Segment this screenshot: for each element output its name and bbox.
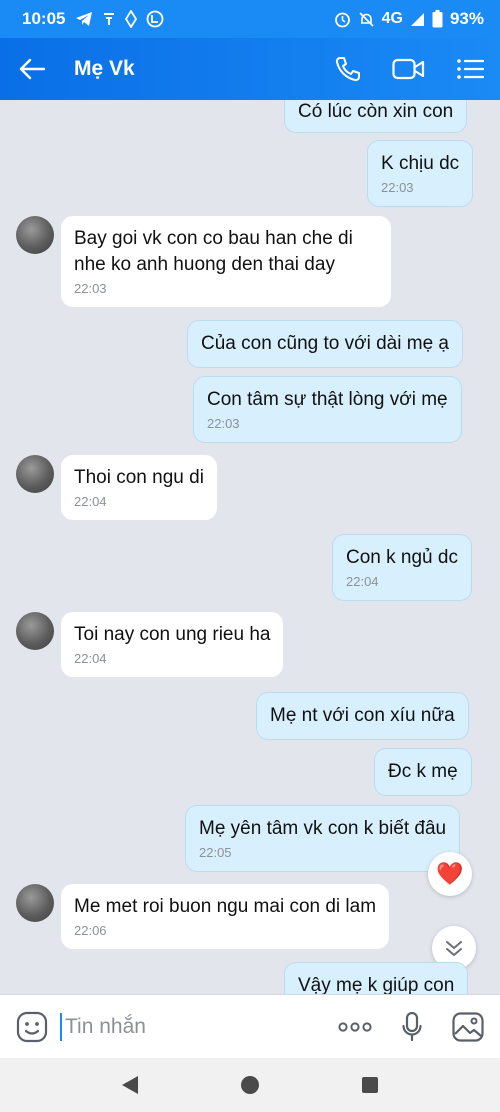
sticker-icon[interactable]: [16, 1011, 48, 1043]
message-time: 22:03: [74, 281, 107, 296]
message-outgoing[interactable]: Mẹ yên tâm vk con k biết đâu 22:05: [185, 805, 461, 872]
message-incoming[interactable]: Thoi con ngu di 22:04: [61, 455, 217, 520]
message-text: K chịu dc: [381, 153, 460, 174]
message-incoming[interactable]: Toi nay con ung rieu ha 22:04: [61, 612, 284, 677]
message-text: Vậy mẹ k giúp con: [298, 975, 455, 994]
back-nav-icon[interactable]: [121, 1075, 139, 1095]
message-outgoing[interactable]: Có lúc còn xin con: [284, 100, 468, 133]
message-input[interactable]: Tin nhắn: [60, 1012, 338, 1041]
message-text: Đc k mẹ: [388, 761, 458, 782]
alarm-icon: [334, 12, 350, 27]
video-call-icon[interactable]: [392, 57, 426, 81]
message-time: 22:03: [207, 416, 240, 431]
message-list[interactable]: Có lúc còn xin con K chịu dc 22:03 Bay g…: [0, 100, 500, 994]
recents-nav-icon[interactable]: [361, 1076, 379, 1094]
message-time: 22:04: [74, 494, 107, 509]
message-text: Con k ngủ dc: [346, 547, 458, 568]
back-button[interactable]: [0, 58, 64, 80]
message-outgoing[interactable]: K chịu dc 22:03: [367, 140, 474, 207]
status-bar: 10:05 4G 93%: [0, 0, 500, 38]
menu-icon[interactable]: [456, 57, 484, 81]
message-composer: Tin nhắn: [0, 994, 500, 1058]
message-text: Con tâm sự thật lòng với mẹ: [207, 389, 448, 410]
avatar[interactable]: [16, 216, 54, 254]
system-nav-bar: [0, 1058, 500, 1112]
cell-signal-icon: [410, 12, 424, 26]
contact-name[interactable]: Mẹ Vk: [74, 57, 334, 81]
home-nav-icon[interactable]: [240, 1075, 260, 1095]
more-icon[interactable]: [338, 1021, 372, 1032]
heart-icon: ❤️: [436, 861, 464, 886]
message-outgoing[interactable]: Con k ngủ dc 22:04: [332, 534, 472, 601]
vpn-icon: [147, 10, 164, 28]
message-time: 22:05: [199, 845, 232, 860]
battery-percent: 93%: [449, 9, 484, 28]
message-text: Me met roi buon ngu mai con di lam: [74, 896, 377, 917]
message-outgoing[interactable]: Vậy mẹ k giúp con: [284, 962, 469, 994]
network-type: 4G: [381, 10, 403, 27]
message-text: Của con cũng to với dài mẹ ạ: [201, 333, 449, 354]
message-time: 22:06: [74, 923, 107, 938]
status-time: 10:05: [22, 9, 66, 28]
telegram-icon: [76, 12, 93, 26]
signal-icon: [125, 10, 138, 28]
message-outgoing[interactable]: Của con cũng to với dài mẹ ạ: [187, 320, 463, 368]
wifi-icon: [104, 13, 115, 25]
message-outgoing[interactable]: Mẹ nt với con xíu nữa: [256, 692, 469, 740]
message-time: 22:04: [346, 574, 379, 589]
message-time: 22:03: [381, 180, 414, 195]
message-text: Có lúc còn xin con: [298, 101, 454, 122]
avatar[interactable]: [16, 884, 54, 922]
message-text: Bay goi vk con co bau han che di nhe ko …: [74, 228, 353, 275]
image-icon[interactable]: [452, 1011, 484, 1042]
message-text: Toi nay con ung rieu ha: [74, 624, 271, 645]
message-text: Mẹ yên tâm vk con k biết đâu: [199, 818, 447, 839]
avatar[interactable]: [16, 455, 54, 493]
message-outgoing[interactable]: Đc k mẹ: [374, 748, 472, 796]
message-text: Thoi con ngu di: [74, 467, 204, 488]
message-outgoing[interactable]: Con tâm sự thật lòng với mẹ 22:03: [193, 376, 462, 443]
double-chevron-down-icon: [446, 941, 462, 956]
message-time: 22:04: [74, 651, 107, 666]
back-arrow-icon: [19, 58, 45, 80]
microphone-icon[interactable]: [402, 1011, 422, 1042]
message-incoming[interactable]: Me met roi buon ngu mai con di lam 22:06: [61, 884, 390, 949]
chat-header: Mẹ Vk: [0, 38, 500, 100]
message-incoming[interactable]: Bay goi vk con co bau han che di nhe ko …: [61, 216, 391, 307]
phone-icon[interactable]: [334, 55, 362, 83]
avatar[interactable]: [16, 612, 54, 650]
mute-icon: [358, 11, 374, 27]
battery-icon: [432, 10, 443, 28]
message-text: Mẹ nt với con xíu nữa: [270, 705, 455, 726]
reaction-button[interactable]: ❤️: [428, 852, 472, 896]
